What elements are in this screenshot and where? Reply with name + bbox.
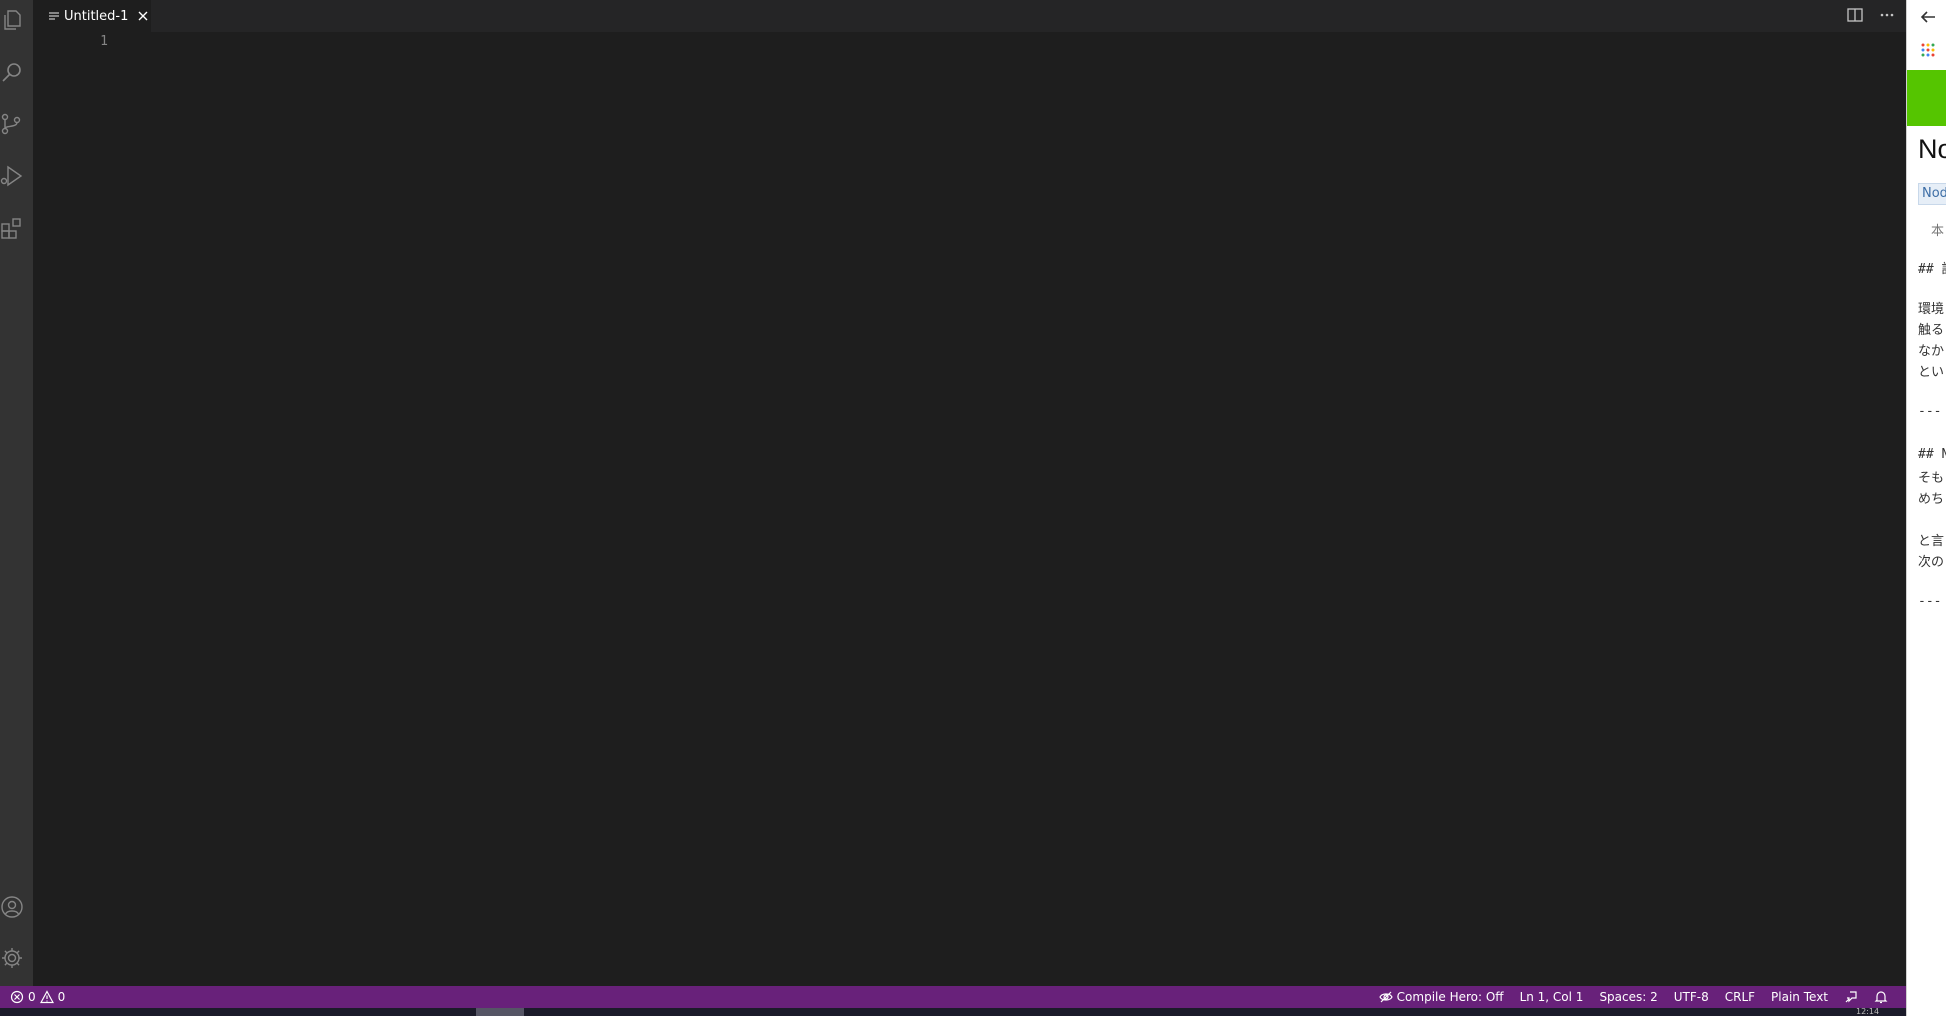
error-icon — [10, 990, 24, 1004]
back-arrow-icon[interactable] — [1919, 8, 1937, 26]
extensions-icon[interactable] — [0, 216, 24, 240]
text-line: なか — [1918, 344, 1945, 359]
compile-hero-label: Compile Hero: Off — [1396, 990, 1504, 1004]
text-line: 触る — [1918, 323, 1945, 338]
end-of-line[interactable]: CRLF — [1717, 990, 1763, 1004]
apps-grid-icon[interactable] — [1920, 42, 1936, 58]
text-line: めち — [1918, 492, 1945, 507]
os-taskbar: 12:14 — [0, 1008, 1906, 1016]
explorer-icon[interactable] — [0, 8, 24, 32]
taskbar-clock: 12:14 — [1856, 1008, 1880, 1016]
feedback-icon — [1845, 991, 1857, 1003]
encoding[interactable]: UTF-8 — [1666, 990, 1717, 1004]
warning-icon — [39, 990, 54, 1004]
close-icon[interactable] — [136, 9, 150, 23]
text-line: ## 記 — [1918, 262, 1946, 277]
taskbar-active-app[interactable] — [476, 1008, 524, 1016]
text-line: と言 — [1918, 534, 1945, 549]
text-line: ## N — [1918, 447, 1946, 462]
notifications-button[interactable] — [1866, 990, 1896, 1004]
article-title: No — [1918, 134, 1946, 164]
split-editor-icon[interactable] — [1846, 6, 1864, 24]
error-count: 0 — [28, 990, 36, 1004]
cursor-position[interactable]: Ln 1, Col 1 — [1512, 990, 1592, 1004]
feedback-button[interactable] — [1836, 990, 1866, 1004]
accounts-icon[interactable] — [0, 895, 24, 919]
text-line: 次の — [1918, 555, 1945, 570]
indentation[interactable]: Spaces: 2 — [1591, 990, 1665, 1004]
editor-area[interactable]: 1 — [33, 32, 1906, 986]
run-debug-icon[interactable] — [0, 164, 24, 188]
text-line: 環境 — [1918, 302, 1945, 317]
problems-indicator[interactable]: 0 0 — [2, 990, 73, 1004]
browser-window: No Nod 本 ## 記 環境 触る なか とい --- ## N そも めち… — [1906, 0, 1946, 1016]
article-tag[interactable]: Nod — [1918, 183, 1946, 205]
text-line: 本 — [1931, 224, 1945, 239]
line-number: 1 — [100, 34, 108, 49]
bell-icon — [1874, 991, 1888, 1004]
status-bar: 0 0 Compile Hero: Off Ln 1, Col 1 Spaces… — [0, 986, 1906, 1008]
text-line: そも — [1918, 471, 1945, 486]
editor-tab-bar: Untitled-1 — [33, 0, 1906, 32]
manage-gear-icon[interactable] — [0, 946, 24, 970]
search-icon[interactable] — [0, 60, 24, 84]
compile-hero-status[interactable]: Compile Hero: Off — [1371, 990, 1512, 1004]
text-line: とい — [1918, 365, 1945, 380]
language-mode[interactable]: Plain Text — [1763, 990, 1836, 1004]
tab-untitled-1[interactable]: Untitled-1 — [33, 0, 151, 32]
source-control-icon[interactable] — [0, 112, 24, 136]
text-line: --- — [1918, 594, 1942, 609]
site-header-banner — [1907, 70, 1946, 126]
tab-label: Untitled-1 — [64, 8, 129, 24]
editor-actions — [1846, 6, 1896, 24]
more-actions-icon[interactable] — [1878, 6, 1896, 24]
eye-off-icon — [1379, 991, 1393, 1003]
text-line: --- — [1918, 404, 1942, 419]
warning-count: 0 — [57, 990, 66, 1004]
plain-text-file-icon — [49, 12, 59, 20]
activity-bar — [0, 0, 33, 986]
status-right: Compile Hero: Off Ln 1, Col 1 Spaces: 2 … — [1371, 990, 1896, 1004]
